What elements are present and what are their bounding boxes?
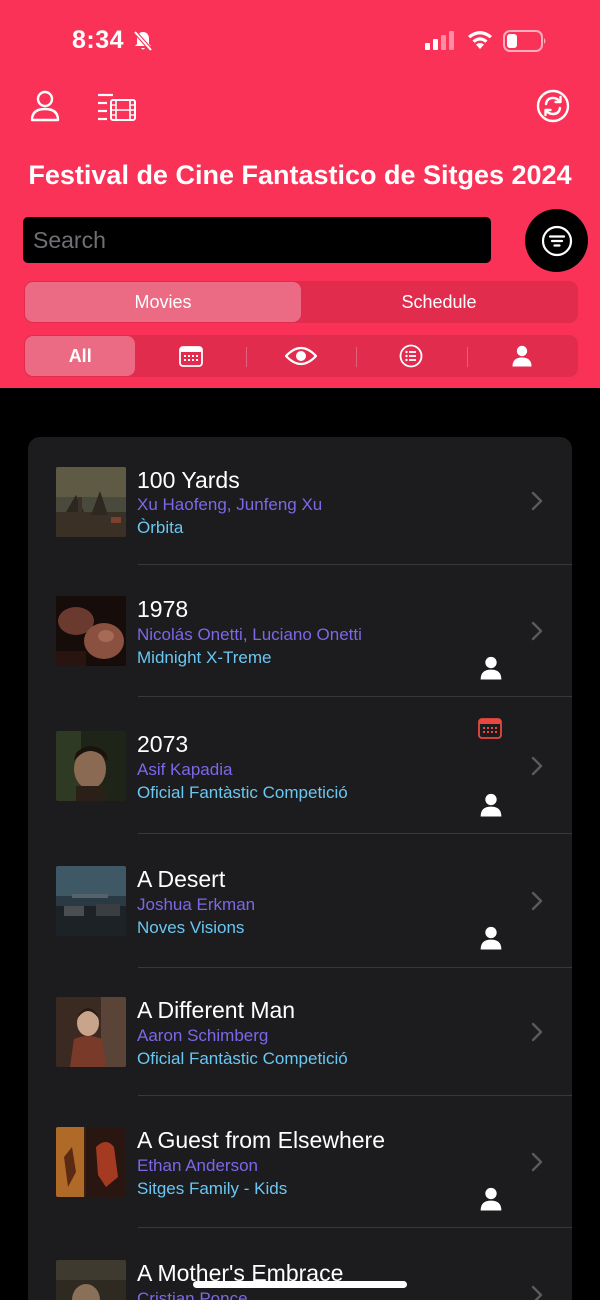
cellular-signal-icon [425, 31, 454, 50]
movie-section: Midnight X-Treme [137, 648, 272, 667]
movie-poster [56, 866, 126, 936]
movie-director: Xu Haofeng, Junfeng Xu [137, 495, 323, 514]
movie-director: Cristian Ponce [137, 1289, 248, 1300]
movie-poster [56, 467, 126, 537]
home-indicator[interactable] [193, 1281, 407, 1288]
chevron-right-icon [531, 756, 543, 776]
list-item[interactable]: 100 Yards Xu Haofeng, Junfeng Xu Òrbita [28, 437, 572, 565]
movie-poster [56, 1127, 126, 1197]
wifi-icon [468, 31, 492, 49]
filter-person[interactable] [466, 336, 577, 376]
movie-poster [56, 596, 126, 666]
movie-title: 2073 [137, 731, 189, 757]
movie-title: A Desert [137, 866, 226, 892]
movie-title: 1978 [137, 596, 189, 622]
search-input[interactable] [23, 217, 491, 263]
movie-title: A Guest from Elsewhere [137, 1127, 385, 1153]
filter-all[interactable]: All [25, 336, 136, 376]
chevron-right-icon [531, 1022, 543, 1042]
movie-director: Ethan Anderson [137, 1156, 258, 1175]
eye-icon [285, 346, 318, 366]
movie-section: Sitges Family - Kids [137, 1179, 288, 1198]
header: 8:34 Festival de Cine Fantastico de Sitg… [0, 0, 600, 388]
filter-button[interactable] [525, 209, 588, 272]
list-item[interactable]: A Mother's Embrace Cristian Ponce [28, 1228, 572, 1300]
movie-director: Asif Kapadia [137, 760, 233, 779]
movie-poster [56, 731, 126, 801]
movie-director: Aaron Schimberg [137, 1026, 269, 1045]
person-icon [480, 1187, 502, 1211]
filter-list[interactable] [356, 336, 466, 376]
sync-icon[interactable] [536, 89, 570, 123]
list-item[interactable]: A Guest from Elsewhere Ethan Anderson Si… [28, 1096, 572, 1228]
status-bar: 8:34 [0, 0, 600, 80]
person-icon [480, 656, 502, 680]
tab-schedule[interactable]: Schedule [301, 282, 577, 322]
bell-muted-icon [133, 30, 153, 52]
movie-director: Joshua Erkman [137, 895, 256, 914]
movie-title: A Different Man [137, 997, 296, 1023]
film-list-icon[interactable] [97, 92, 137, 122]
search-bar[interactable] [23, 217, 491, 263]
filter-icon [541, 225, 572, 256]
tab-movies[interactable]: Movies [25, 282, 301, 322]
status-time: 8:34 [72, 26, 125, 54]
filter-segmented-control: All [24, 335, 578, 377]
list-item[interactable]: 1978 Nicolás Onetti, Luciano Onetti Midn… [28, 565, 572, 697]
chevron-right-icon [531, 1152, 543, 1172]
list-item[interactable]: 2073 Asif Kapadia Oficial Fantàstic Comp… [28, 697, 572, 834]
chevron-right-icon [531, 491, 543, 511]
chevron-right-icon [531, 621, 543, 641]
person-icon [480, 926, 502, 950]
movie-list: 100 Yards Xu Haofeng, Junfeng Xu Òrbita … [28, 437, 572, 1300]
person-icon [512, 345, 532, 367]
calendar-icon [478, 718, 502, 739]
movie-section: Noves Visions [137, 918, 245, 937]
filter-calendar[interactable] [135, 336, 245, 376]
profile-icon[interactable] [30, 90, 60, 122]
list-icon [400, 344, 423, 368]
list-item[interactable]: A Desert Joshua Erkman Noves Visions [28, 834, 572, 968]
movie-title: 100 Yards [137, 467, 240, 493]
filter-watched[interactable] [245, 336, 356, 376]
list-item[interactable]: A Different Man Aaron Schimberg Oficial … [28, 968, 572, 1096]
view-segmented-control: Movies Schedule [24, 281, 578, 323]
calendar-icon [178, 346, 203, 367]
movie-poster [56, 1260, 126, 1300]
battery-icon [503, 30, 546, 52]
person-icon [480, 793, 502, 817]
movie-section: Oficial Fantàstic Competició [137, 1049, 348, 1068]
page-title: Festival de Cine Fantastico de Sitges 20… [28, 160, 572, 190]
movie-director: Nicolás Onetti, Luciano Onetti [137, 625, 362, 644]
movie-section: Oficial Fantàstic Competició [137, 783, 348, 802]
movie-section: Òrbita [137, 518, 184, 537]
movie-poster [56, 997, 126, 1067]
chevron-right-icon [531, 891, 543, 911]
chevron-right-icon [531, 1285, 543, 1300]
